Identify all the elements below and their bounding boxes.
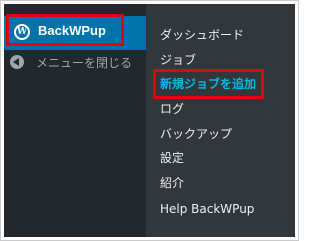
submenu-item-logs[interactable]: ログ bbox=[160, 100, 184, 118]
submenu-item-about[interactable]: 紹介 bbox=[160, 174, 184, 192]
submenu-item-help[interactable]: Help BackWPup bbox=[160, 200, 254, 218]
submenu-item-settings[interactable]: 設定 bbox=[160, 149, 184, 167]
submenu-item-dashboard[interactable]: ダッシュボード bbox=[160, 26, 244, 44]
submenu-item-backups[interactable]: バックアップ bbox=[160, 125, 232, 143]
highlight-box-menu bbox=[6, 14, 124, 46]
collapse-arrow-icon bbox=[10, 55, 24, 69]
highlight-box-submenu bbox=[153, 69, 264, 99]
submenu-item-jobs[interactable]: ジョブ bbox=[160, 51, 196, 69]
collapse-menu-button[interactable]: メニューを閉じる bbox=[10, 52, 132, 72]
collapse-menu-label: メニューを閉じる bbox=[36, 55, 133, 70]
